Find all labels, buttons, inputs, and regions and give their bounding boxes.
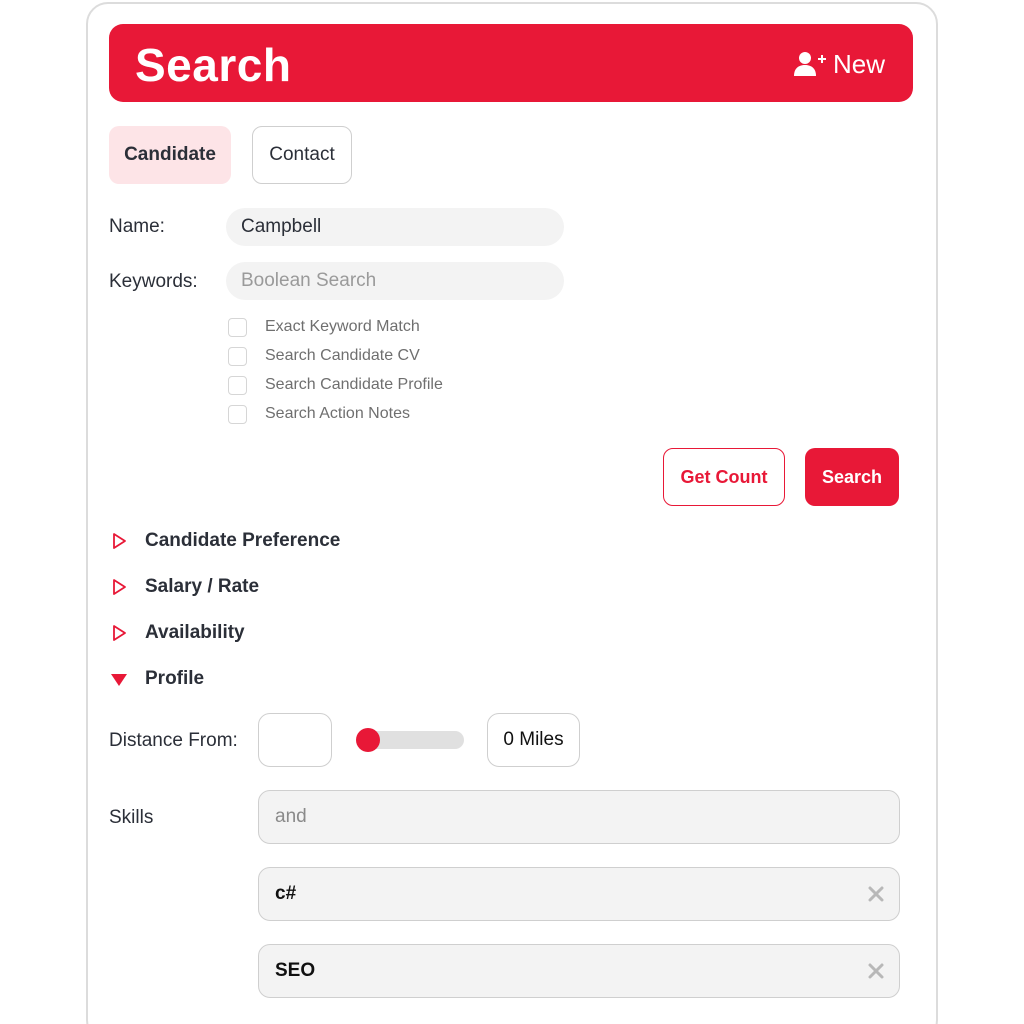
skill-tag: SEO (258, 944, 900, 998)
keywords-label: Keywords: (109, 271, 198, 292)
page-title: Search (135, 39, 292, 91)
checkbox[interactable] (228, 346, 247, 366)
name-label: Name: (109, 216, 165, 237)
option-label: Search Candidate Profile (265, 376, 443, 393)
search-button[interactable]: Search (805, 448, 899, 506)
new-button-label: New (832, 48, 885, 79)
distance-input[interactable] (258, 713, 332, 767)
skill-tag: c# (258, 867, 900, 921)
tab-contact[interactable]: Contact (252, 126, 352, 184)
section-profile[interactable]: Profile (110, 667, 204, 691)
section-salary-rate[interactable]: Salary / Rate (110, 575, 259, 599)
section-label: Availability (145, 622, 245, 643)
caret-right-icon (110, 624, 128, 642)
section-label: Profile (145, 668, 205, 689)
new-button[interactable]: New (793, 48, 885, 80)
option-label: Search Action Notes (265, 405, 410, 422)
option-label: Search Candidate CV (265, 347, 420, 364)
section-candidate-preference[interactable]: Candidate Preference (110, 529, 340, 553)
option-exact-keyword-match[interactable]: Exact Keyword Match (228, 317, 420, 337)
checkbox[interactable] (228, 375, 247, 395)
miles-display: 0 Miles (487, 713, 580, 767)
skill-tag-label: c# (275, 883, 297, 904)
caret-down-icon (110, 670, 128, 688)
name-input[interactable]: Campbell (226, 208, 564, 246)
skills-input[interactable]: and (258, 790, 900, 844)
section-label: Salary / Rate (145, 576, 260, 597)
remove-icon[interactable] (867, 885, 885, 903)
option-search-action-notes[interactable]: Search Action Notes (228, 404, 410, 424)
checkbox[interactable] (228, 317, 247, 337)
section-availability[interactable]: Availability (110, 621, 245, 645)
option-label: Exact Keyword Match (265, 318, 420, 335)
caret-right-icon (110, 578, 128, 596)
remove-icon[interactable] (867, 962, 885, 980)
checkbox[interactable] (228, 404, 247, 424)
header-bar: Search New (109, 24, 913, 102)
add-user-icon (793, 50, 827, 78)
skills-label: Skills (109, 807, 154, 828)
keywords-input[interactable]: Boolean Search (226, 262, 564, 300)
slider-handle[interactable] (356, 728, 380, 752)
option-search-candidate-profile[interactable]: Search Candidate Profile (228, 375, 443, 395)
section-label: Candidate Preference (145, 530, 341, 551)
get-count-button[interactable]: Get Count (663, 448, 785, 506)
option-search-candidate-cv[interactable]: Search Candidate CV (228, 346, 420, 366)
skill-tag-label: SEO (275, 960, 316, 981)
caret-right-icon (110, 532, 128, 550)
distance-label: Distance From: (109, 730, 238, 751)
tab-candidate[interactable]: Candidate (109, 126, 231, 184)
